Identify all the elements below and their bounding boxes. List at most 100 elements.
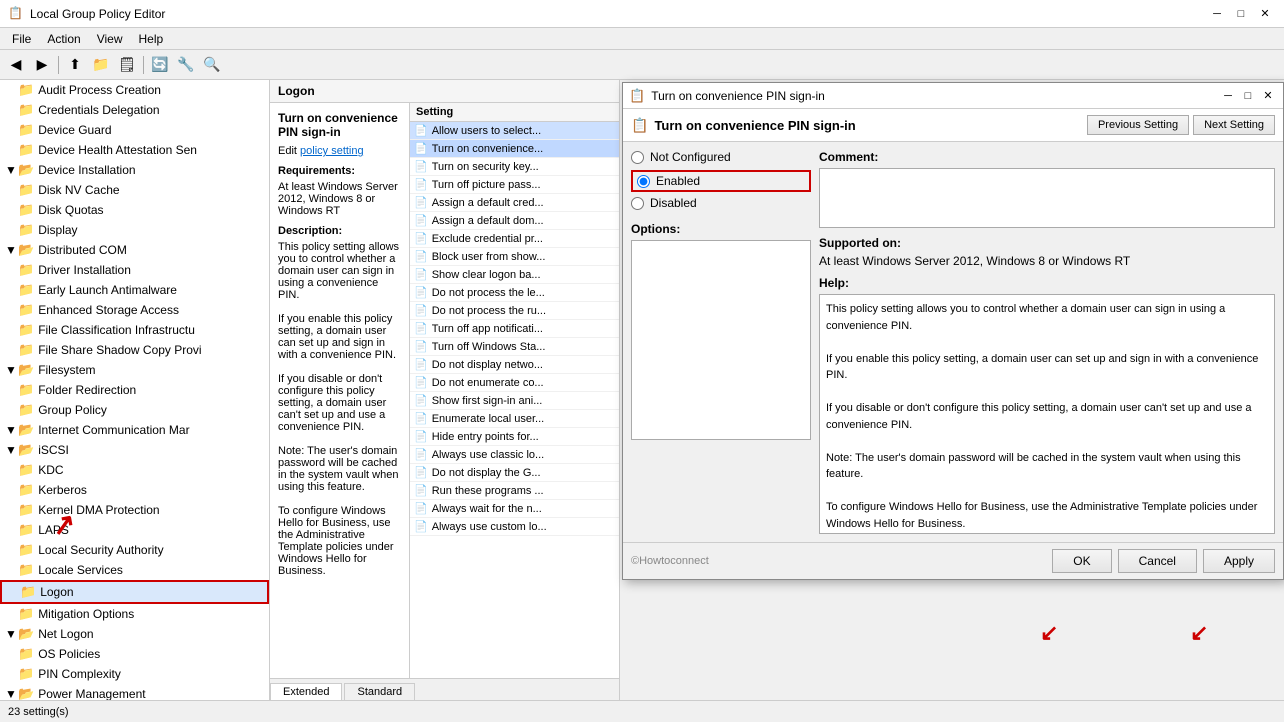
menu-action[interactable]: Action <box>39 30 88 48</box>
tree-item-power[interactable]: ▼ 📂 Power Management <box>0 684 269 700</box>
expand-icon[interactable]: ▼ <box>4 363 18 377</box>
close-btn[interactable]: ✕ <box>1254 5 1276 23</box>
tree-item-disk-quotas[interactable]: 📁 Disk Quotas <box>0 200 269 220</box>
tree-item-device-installation[interactable]: ▼ 📂 Device Installation <box>0 160 269 180</box>
tree-item-logon[interactable]: 📁 Logon <box>0 580 269 604</box>
radio-not-configured-input[interactable] <box>631 151 644 164</box>
toolbar-properties[interactable]: 🔧 <box>174 54 198 76</box>
tree-item-distributed-com[interactable]: ▼ 📂 Distributed COM <box>0 240 269 260</box>
setting-item-not-process-ru[interactable]: 📄 Do not process the ru... <box>410 302 619 320</box>
tree-item-audit[interactable]: 📁 Audit Process Creation <box>0 80 269 100</box>
setting-item-custom-lo[interactable]: 📄 Always use custom lo... <box>410 518 619 536</box>
toolbar-notes[interactable]: 🗒 <box>115 54 139 76</box>
tree-item-internet-comm[interactable]: ▼ 📂 Internet Communication Mar <box>0 420 269 440</box>
setting-item-picture-pass[interactable]: 📄 Turn off picture pass... <box>410 176 619 194</box>
toolbar-filter[interactable]: 🔍 <box>200 54 224 76</box>
tree-item-os-policies[interactable]: 📁 OS Policies <box>0 644 269 664</box>
tree-item-kerberos[interactable]: 📁 Kerberos <box>0 480 269 500</box>
expand-icon[interactable]: ▼ <box>4 443 18 457</box>
setting-icon: 📄 <box>414 322 428 335</box>
tab-extended[interactable]: Extended <box>270 683 342 700</box>
tree-item-folder-redirection[interactable]: 📁 Folder Redirection <box>0 380 269 400</box>
tree-item-mitigation[interactable]: 📁 Mitigation Options <box>0 604 269 624</box>
setting-item-not-process-le[interactable]: 📄 Do not process the le... <box>410 284 619 302</box>
toolbar-up[interactable]: ⬆ <box>63 54 87 76</box>
setting-item-allow-users[interactable]: 📄 Allow users to select... <box>410 122 619 140</box>
expand-icon[interactable]: ▼ <box>4 243 18 257</box>
next-setting-btn[interactable]: Next Setting <box>1193 115 1275 135</box>
setting-item-classic-lo[interactable]: 📄 Always use classic lo... <box>410 446 619 464</box>
menu-help[interactable]: Help <box>131 30 172 48</box>
tree-item-kdc[interactable]: 📁 KDC <box>0 460 269 480</box>
tree-item-file-classification[interactable]: 📁 File Classification Infrastructu <box>0 320 269 340</box>
cancel-button[interactable]: Cancel <box>1118 549 1197 573</box>
tree-item-early-launch[interactable]: 📁 Early Launch Antimalware <box>0 280 269 300</box>
setting-item-security-key[interactable]: 📄 Turn on security key... <box>410 158 619 176</box>
setting-item-not-display-netw[interactable]: 📄 Do not display netwo... <box>410 356 619 374</box>
tree-item-net-logon[interactable]: ▼ 📂 Net Logon <box>0 624 269 644</box>
tree-item-group-policy[interactable]: 📁 Group Policy <box>0 400 269 420</box>
tree-item-credentials[interactable]: 📁 Credentials Delegation <box>0 100 269 120</box>
comment-box[interactable] <box>819 168 1275 228</box>
setting-item-app-notif[interactable]: 📄 Turn off app notificati... <box>410 320 619 338</box>
help-box: This policy setting allows you to contro… <box>819 294 1275 534</box>
minimize-btn[interactable]: ─ <box>1206 5 1228 23</box>
tree-item-iscsi[interactable]: ▼ 📂 iSCSI <box>0 440 269 460</box>
ok-button[interactable]: OK <box>1052 549 1111 573</box>
tree-item-enhanced-storage[interactable]: 📁 Enhanced Storage Access <box>0 300 269 320</box>
expand-icon[interactable]: ▼ <box>4 423 18 437</box>
maximize-btn[interactable]: □ <box>1230 5 1252 23</box>
tree-item-locale[interactable]: 📁 Locale Services <box>0 560 269 580</box>
tree-item-local-security[interactable]: 📁 Local Security Authority <box>0 540 269 560</box>
tree-item-device-guard[interactable]: 📁 Device Guard <box>0 120 269 140</box>
setting-item-turn-on-convenience[interactable]: 📄 Turn on convenience... <box>410 140 619 158</box>
radio-enabled-input[interactable] <box>637 175 650 188</box>
setting-item-exclude-cred[interactable]: 📄 Exclude credential pr... <box>410 230 619 248</box>
menu-view[interactable]: View <box>89 30 131 48</box>
tree-item-laps[interactable]: 📁 LAPS <box>0 520 269 540</box>
setting-label: Always wait for the n... <box>432 503 542 515</box>
setting-label: Assign a default dom... <box>432 215 544 227</box>
tree-item-pin[interactable]: 📁 PIN Complexity <box>0 664 269 684</box>
setting-item-assign-dom[interactable]: 📄 Assign a default dom... <box>410 212 619 230</box>
tree-item-driver[interactable]: 📁 Driver Installation <box>0 260 269 280</box>
toolbar-forward[interactable]: ▶ <box>30 54 54 76</box>
toolbar-refresh[interactable]: 🔄 <box>148 54 172 76</box>
radio-disabled[interactable]: Disabled <box>631 196 811 210</box>
setting-item-show-clear[interactable]: 📄 Show clear logon ba... <box>410 266 619 284</box>
dialog-max-btn[interactable]: □ <box>1239 88 1257 104</box>
toolbar-folder[interactable]: 📁 <box>89 54 113 76</box>
setting-item-block-user[interactable]: 📄 Block user from show... <box>410 248 619 266</box>
expand-icon[interactable]: ▼ <box>4 627 18 641</box>
tree-item-kernel-dma[interactable]: 📁 Kernel DMA Protection <box>0 500 269 520</box>
setting-item-not-display-g[interactable]: 📄 Do not display the G... <box>410 464 619 482</box>
tab-standard[interactable]: Standard <box>344 683 415 700</box>
watermark: ©Howtoconnect <box>631 555 709 567</box>
setting-item-first-signin[interactable]: 📄 Show first sign-in ani... <box>410 392 619 410</box>
menu-file[interactable]: File <box>4 30 39 48</box>
radio-not-configured[interactable]: Not Configured <box>631 150 811 164</box>
radio-disabled-input[interactable] <box>631 197 644 210</box>
setting-item-enum-local[interactable]: 📄 Enumerate local user... <box>410 410 619 428</box>
tree-item-filesystem[interactable]: ▼ 📂 Filesystem <box>0 360 269 380</box>
prev-setting-btn[interactable]: Previous Setting <box>1087 115 1189 135</box>
setting-item-assign-cred[interactable]: 📄 Assign a default cred... <box>410 194 619 212</box>
tree-item-file-share[interactable]: 📁 File Share Shadow Copy Provi <box>0 340 269 360</box>
tree-item-disk-nv[interactable]: 📁 Disk NV Cache <box>0 180 269 200</box>
expand-icon[interactable]: ▼ <box>4 687 18 700</box>
tree-item-display[interactable]: 📁 Display <box>0 220 269 240</box>
policy-link[interactable]: policy setting <box>300 145 364 157</box>
setting-item-hide-entry[interactable]: 📄 Hide entry points for... <box>410 428 619 446</box>
toolbar-back[interactable]: ◀ <box>4 54 28 76</box>
setting-label: Always use custom lo... <box>432 521 547 533</box>
radio-enabled[interactable]: Enabled <box>637 174 700 188</box>
setting-item-run-programs[interactable]: 📄 Run these programs ... <box>410 482 619 500</box>
tree-item-device-health[interactable]: 📁 Device Health Attestation Sen <box>0 140 269 160</box>
dialog-close-btn[interactable]: ✕ <box>1259 88 1277 104</box>
dialog-min-btn[interactable]: ─ <box>1219 88 1237 104</box>
setting-item-windows-sta[interactable]: 📄 Turn off Windows Sta... <box>410 338 619 356</box>
expand-icon[interactable]: ▼ <box>4 163 18 177</box>
setting-item-not-enum[interactable]: 📄 Do not enumerate co... <box>410 374 619 392</box>
apply-button[interactable]: Apply <box>1203 549 1275 573</box>
setting-item-wait-for-n[interactable]: 📄 Always wait for the n... <box>410 500 619 518</box>
